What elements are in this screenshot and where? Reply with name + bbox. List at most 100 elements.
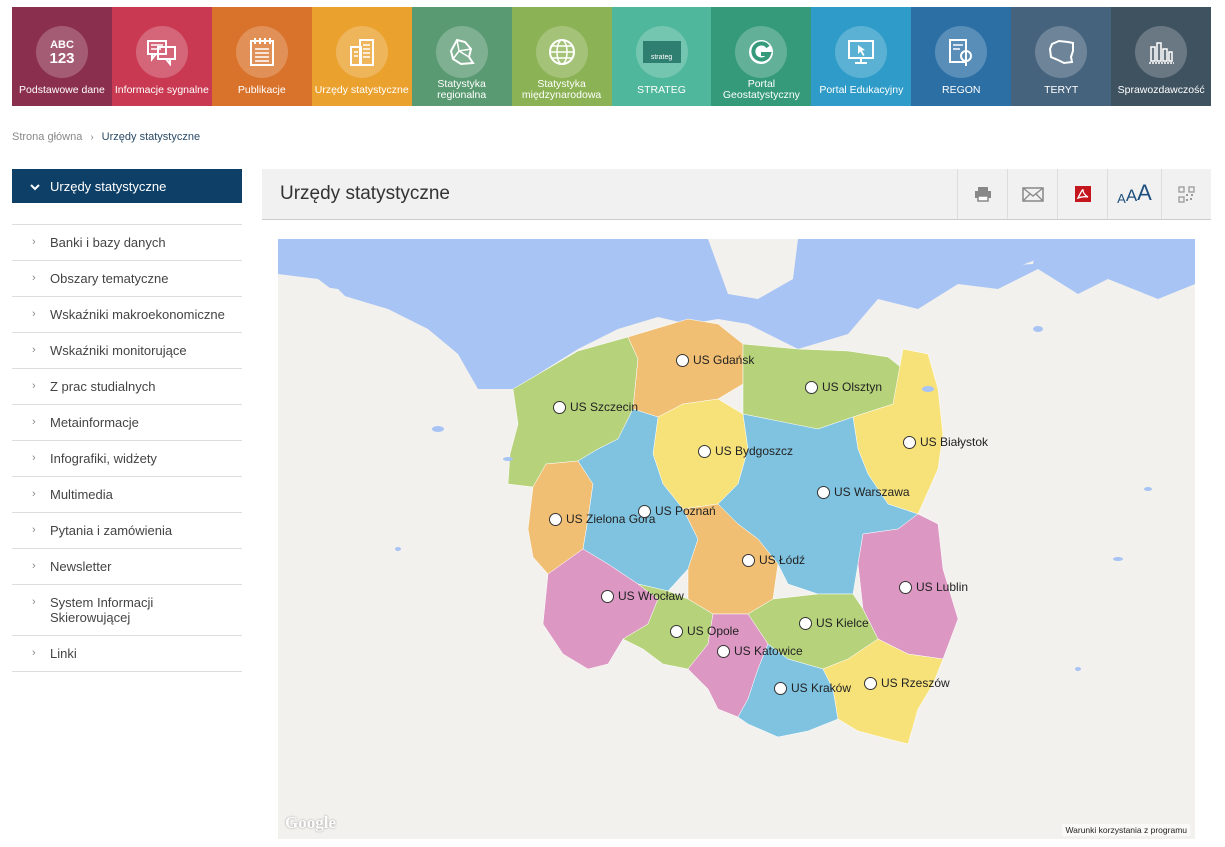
- sidebar-item-label: Wskaźniki monitorujące: [50, 343, 187, 358]
- chevron-right-icon: ›: [32, 236, 36, 248]
- tile-strateg[interactable]: strateg STRATEG: [611, 7, 712, 106]
- tile-portal-geostatystyczny[interactable]: Portal Geostatystyczny: [711, 7, 812, 106]
- font-small-button[interactable]: A: [1117, 191, 1126, 206]
- office-marker-rzeszow[interactable]: US Rzeszów: [864, 676, 950, 690]
- sidebar-item-obszary-tematyczne[interactable]: › Obszary tematyczne: [12, 261, 242, 297]
- tile-statystyka-miedzynarodowa[interactable]: Statystyka międzynarodowa: [511, 7, 612, 106]
- office-marker-katowice[interactable]: US Katowice: [717, 644, 803, 658]
- geo-g-icon: [735, 26, 788, 78]
- office-marker-szczecin[interactable]: US Szczecin: [553, 400, 638, 414]
- sidebar-item-pytania-i-zamowienia[interactable]: › Pytania i zamówienia: [12, 513, 242, 549]
- tile-podstawowe-dane[interactable]: ABC 123 Podstawowe dane: [12, 7, 112, 106]
- sidebar-item-label: Z prac studialnych: [50, 379, 156, 394]
- map-terms-link[interactable]: Warunki korzystania z programu: [1062, 824, 1190, 836]
- sidebar-item-label: Multimedia: [50, 487, 113, 502]
- marker-dot: [805, 380, 818, 394]
- chevron-right-icon: ›: [32, 380, 36, 392]
- chevron-right-icon: ›: [32, 647, 36, 659]
- sidebar-item-infografiki-widzety[interactable]: › Infografiki, widżety: [12, 441, 242, 477]
- font-size-controls: A A A: [1107, 169, 1161, 219]
- sidebar-item-metainformacje[interactable]: › Metainformacje: [12, 405, 242, 441]
- monitor-cursor-icon: [835, 26, 888, 78]
- font-large-button[interactable]: A: [1137, 180, 1152, 206]
- tile-label: Portal Geostatystyczny: [722, 78, 800, 101]
- sidebar-item-label: Obszary tematyczne: [50, 271, 169, 286]
- breadcrumb-home-link[interactable]: Strona główna: [12, 131, 82, 143]
- sidebar-item-linki[interactable]: › Linki: [12, 636, 242, 672]
- office-marker-krakow[interactable]: US Kraków: [774, 681, 851, 695]
- tile-portal-edukacyjny[interactable]: Portal Edukacyjny: [811, 7, 912, 106]
- abc-123-icon: ABC 123: [36, 26, 88, 78]
- sidebar-item-wskazniki-monitorujace[interactable]: › Wskaźniki monitorujące: [12, 333, 242, 369]
- tile-teryt[interactable]: TERYT: [1011, 7, 1112, 106]
- marker-dot: [601, 589, 614, 603]
- breadcrumb-current[interactable]: Urzędy statystyczne: [102, 131, 200, 143]
- sidebar-item-label: Wskaźniki makroekonomiczne: [50, 307, 225, 322]
- office-marker-gdansk[interactable]: US Gdańsk: [676, 353, 754, 367]
- marker-label: US Katowice: [734, 644, 803, 658]
- office-marker-bialystok[interactable]: US Białystok: [903, 435, 988, 449]
- sidebar-item-newsletter[interactable]: › Newsletter: [12, 549, 242, 585]
- office-marker-warszawa[interactable]: US Warszawa: [817, 485, 910, 499]
- google-logo[interactable]: Google: [285, 813, 336, 833]
- map-graphic: [278, 239, 1195, 745]
- print-button[interactable]: [957, 169, 1007, 219]
- tile-regon[interactable]: REGON: [911, 7, 1012, 106]
- marker-label: US Opole: [687, 624, 740, 638]
- office-marker-bydgoszcz[interactable]: US Bydgoszcz: [698, 444, 793, 458]
- marker-label: US Warszawa: [834, 485, 910, 499]
- map-container[interactable]: US Gdańsk US Olsztyn US Szczecin US Biał…: [278, 239, 1195, 839]
- pdf-button[interactable]: [1057, 169, 1107, 219]
- sidebar-item-multimedia[interactable]: › Multimedia: [12, 477, 242, 513]
- marker-label: US Białystok: [920, 435, 989, 449]
- marker-dot: [638, 504, 651, 518]
- breadcrumb: Strona główna › Urzędy statystyczne: [12, 131, 200, 143]
- chevron-right-icon: ›: [32, 596, 36, 608]
- marker-label: US Gdańsk: [693, 353, 755, 367]
- tile-label: Podstawowe dane: [19, 83, 105, 96]
- marker-label: US Szczecin: [570, 400, 639, 414]
- office-marker-lodz[interactable]: US Łódź: [742, 553, 805, 567]
- chevron-right-icon: ›: [32, 488, 36, 500]
- marker-dot: [864, 676, 877, 690]
- chevron-right-icon: ›: [32, 416, 36, 428]
- font-medium-button[interactable]: A: [1126, 186, 1137, 206]
- sidebar-item-label: Metainformacje: [50, 415, 139, 430]
- office-marker-opole[interactable]: US Opole: [670, 624, 739, 638]
- office-marker-kielce[interactable]: US Kielce: [799, 616, 869, 630]
- marker-dot: [670, 624, 683, 638]
- tile-sprawozdawczosc[interactable]: Sprawozdawczość: [1111, 7, 1212, 106]
- marker-dot: [717, 644, 730, 658]
- qr-code-button[interactable]: [1161, 169, 1211, 219]
- marker-label: US Kielce: [816, 616, 869, 630]
- tile-informacje-sygnalne[interactable]: Informacje sygnalne: [111, 7, 212, 106]
- office-marker-wroclaw[interactable]: US Wrocław: [601, 589, 684, 603]
- office-marker-lublin[interactable]: US Lublin: [899, 580, 968, 594]
- bar-chart-icon: [1135, 26, 1188, 78]
- content-header: Urzędy statystyczne A A A: [262, 169, 1211, 220]
- tile-urzedy-statystyczne[interactable]: Urzędy statystyczne: [311, 7, 412, 106]
- marker-dot: [799, 616, 812, 630]
- tile-label: Urzędy statystyczne: [314, 83, 409, 96]
- office-marker-olsztyn[interactable]: US Olsztyn: [805, 380, 882, 394]
- email-button[interactable]: [1007, 169, 1057, 219]
- marker-label: US Łódź: [759, 553, 806, 567]
- chevron-right-icon: ›: [32, 272, 36, 284]
- sidebar-active-section[interactable]: Urzędy statystyczne: [12, 169, 242, 203]
- tile-statystyka-regionalna[interactable]: Statystyka regionalna: [411, 7, 512, 106]
- sidebar-item-wskazniki-makroekonomiczne[interactable]: › Wskaźniki makroekonomiczne: [12, 297, 242, 333]
- office-marker-poznan[interactable]: US Poznań: [638, 504, 716, 518]
- marker-label: US Kraków: [791, 681, 852, 695]
- sidebar-item-system-informacji-skierowujacej[interactable]: › System Informacji Skierowującej: [12, 585, 242, 636]
- globe-icon: [535, 26, 588, 78]
- chat-icon: [135, 26, 188, 78]
- sidebar-active-label: Urzędy statystyczne: [50, 178, 167, 194]
- tile-publikacje[interactable]: Publikacje: [211, 7, 312, 106]
- tile-label: Statystyka regionalna: [437, 78, 487, 101]
- sidebar-item-z-prac-studialnych[interactable]: › Z prac studialnych: [12, 369, 242, 405]
- marker-dot: [903, 435, 916, 449]
- sidebar-item-banki-i-bazy-danych[interactable]: › Banki i bazy danych: [12, 225, 242, 261]
- region-gdansk: [627, 318, 744, 418]
- marker-dot: [553, 400, 566, 414]
- tile-label: Sprawozdawczość: [1117, 83, 1205, 96]
